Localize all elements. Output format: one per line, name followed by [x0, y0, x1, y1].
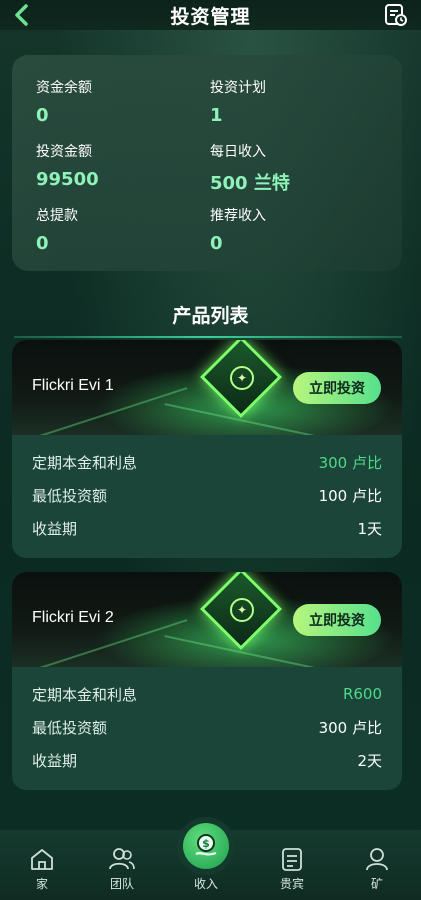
profile-icon	[363, 845, 391, 873]
product-detail-row: 最低投资额 300 卢比	[32, 716, 382, 738]
detail-label: 收益期	[32, 751, 78, 770]
nav-label: 矿	[370, 877, 383, 891]
detail-label: 定期本金和利息	[32, 685, 138, 704]
stat-balance: 资金余额 0	[36, 77, 92, 126]
investment-summary-card: 资金余额 0 投资计划 1 投资金额 99500 每日收入 500 兰特 总提款…	[12, 55, 402, 271]
nav-label: 收入	[193, 877, 218, 891]
product-card: ✦ Flickri Evi 1 立即投资 定期本金和利息 300 卢比 最低投资…	[12, 340, 402, 558]
stat-label: 资金余额	[36, 80, 92, 96]
logo-mark-icon: ✦	[230, 366, 254, 390]
back-chevron-icon[interactable]	[10, 3, 34, 27]
nav-item-profile[interactable]: 矿	[335, 831, 419, 900]
svg-text:$: $	[202, 837, 210, 850]
vip-document-icon	[278, 845, 306, 873]
detail-value: 100 卢比	[318, 486, 382, 505]
bottom-navigation: 家 团队 $ 收入 贵宾 矿	[0, 823, 421, 900]
stat-label: 推荐收入	[210, 208, 266, 224]
detail-value: R600	[342, 685, 382, 703]
product-name: Flickri Evi 2	[32, 609, 114, 626]
top-bar: 投资管理	[0, 0, 421, 30]
product-detail-row: 定期本金和利息 300 卢比	[32, 451, 382, 473]
detail-value: 300 卢比	[318, 453, 382, 472]
product-detail-row: 收益期 2天	[32, 749, 382, 771]
nav-label: 团队	[109, 877, 134, 891]
history-record-icon[interactable]	[383, 2, 409, 28]
nav-item-vip[interactable]: 贵宾	[250, 831, 334, 900]
section-divider	[14, 336, 402, 338]
stat-invested: 投资金额 99500	[36, 141, 99, 190]
stat-value: 0	[36, 233, 49, 254]
detail-label: 最低投资额	[32, 486, 108, 505]
product-detail-row: 收益期 1天	[32, 517, 382, 539]
stat-value: 0	[36, 105, 49, 126]
product-detail-row: 最低投资额 100 卢比	[32, 484, 382, 506]
nav-item-income[interactable]: $ 收入	[164, 823, 248, 900]
stat-referral-income: 推荐收入 0	[210, 205, 266, 254]
product-name: Flickri Evi 1	[32, 377, 114, 394]
product-card: ✦ Flickri Evi 2 立即投资 定期本金和利息 R600 最低投资额 …	[12, 572, 402, 790]
stat-value: 1	[210, 105, 223, 126]
logo-mark-icon: ✦	[230, 598, 254, 622]
stat-value: 0	[210, 233, 223, 254]
nav-item-home[interactable]: 家	[0, 831, 84, 900]
stat-label: 总提款	[36, 208, 78, 224]
detail-label: 收益期	[32, 519, 78, 538]
team-icon	[108, 845, 136, 873]
detail-value: 300 卢比	[318, 718, 382, 737]
stat-total-withdrawn: 总提款 0	[36, 205, 78, 254]
nav-label: 家	[35, 877, 48, 891]
detail-value: 2天	[357, 751, 382, 770]
detail-value: 1天	[357, 519, 382, 538]
page-title: 投资管理	[170, 5, 251, 28]
stat-plans: 投资计划 1	[210, 77, 266, 126]
stat-value: 500 兰特	[210, 173, 290, 194]
stat-label: 投资金额	[36, 144, 92, 160]
stat-label: 每日收入	[210, 144, 266, 160]
nav-item-team[interactable]: 团队	[80, 831, 164, 900]
product-detail-row: 定期本金和利息 R600	[32, 683, 382, 705]
detail-label: 定期本金和利息	[32, 453, 138, 472]
invest-now-button[interactable]: 立即投资	[293, 372, 381, 404]
stat-label: 投资计划	[210, 80, 266, 96]
invest-now-button[interactable]: 立即投资	[293, 604, 381, 636]
product-list-title: 产品列表	[172, 305, 249, 327]
home-icon	[28, 845, 56, 873]
income-icon: $	[183, 823, 229, 869]
stat-daily-income: 每日收入 500 兰特	[210, 141, 290, 195]
detail-label: 最低投资额	[32, 718, 108, 737]
stat-value: 99500	[36, 169, 99, 190]
nav-label: 贵宾	[279, 877, 304, 891]
